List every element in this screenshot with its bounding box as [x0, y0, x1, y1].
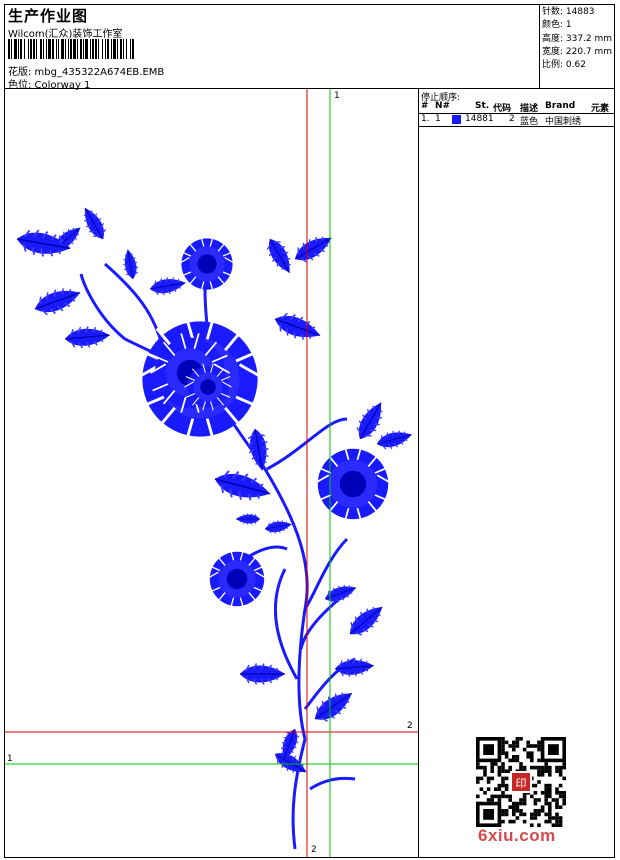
table-row: 1. 1 14881 2 蓝色 中国刺绣 [419, 114, 614, 127]
leaf-7 [147, 273, 188, 298]
header-panel: 生产作业图 Wilcom(汇众)装饰工作室 花版: mbg_435322A674… [5, 5, 540, 91]
leaf-16 [321, 579, 360, 607]
table-header: # N# St. 代码 描述 Brand 元素 [419, 101, 614, 114]
stat-scale: 比例: 0.62 [542, 60, 586, 71]
col-stitches: St. [475, 101, 490, 111]
leaf-14 [374, 425, 415, 453]
stat-width: 宽度: 220.7 mm [542, 46, 613, 57]
leaf-6 [120, 247, 141, 281]
flower-left-small [205, 547, 269, 611]
leaf-19 [239, 662, 286, 686]
flower-right [312, 443, 394, 525]
leaf-18 [333, 655, 376, 679]
design-canvas: 1 1 2 2 [5, 89, 419, 857]
leaf-15 [263, 517, 294, 536]
leaf-2 [13, 225, 74, 262]
qr-code-image: 印 [476, 737, 566, 827]
main-rose [133, 312, 267, 446]
green-left-marker: 1 [7, 754, 13, 764]
col-description: 描述 [520, 104, 539, 114]
seal-text: 印 [516, 777, 527, 790]
row-brand: 中国刺绣 [545, 117, 582, 127]
leaf-20 [308, 683, 359, 729]
leaf-17 [343, 598, 390, 643]
leaf-4 [63, 323, 112, 351]
leaf-11 [210, 465, 275, 508]
bud-leaf [235, 513, 261, 525]
row-index: 1. [421, 114, 430, 124]
leaf-3 [30, 281, 85, 321]
col-element: 元素 [591, 104, 610, 114]
embroidery-design [13, 203, 415, 850]
leaf-8 [261, 233, 299, 278]
embroidery-preview [5, 89, 418, 857]
leaf-5 [77, 203, 111, 244]
row-description: 蓝色 [520, 117, 539, 127]
production-sheet: 生产作业图 Wilcom(汇众)装饰工作室 花版: mbg_435322A674… [4, 4, 615, 858]
row-needle: 1 [435, 114, 441, 124]
col-code: 代码 [493, 104, 512, 114]
red-right-marker: 2 [407, 721, 413, 731]
col-brand: Brand [545, 101, 576, 111]
col-index: # [421, 101, 429, 111]
qr-code: 印 [476, 737, 566, 827]
stats-panel: 针数: 14883 颜色: 1 高度: 337.2 mm 宽度: 220.7 m… [540, 5, 614, 89]
page-title: 生产作业图 [8, 7, 89, 25]
watermark: 6xiu.com [478, 826, 556, 845]
thread-color-swatch [452, 115, 461, 124]
leaf-9 [289, 228, 337, 269]
row-stitches: 14881 [465, 114, 494, 124]
red-bottom-marker: 2 [311, 845, 317, 855]
row-code: 2 [509, 114, 515, 124]
stat-colors: 颜色: 1 [542, 20, 572, 31]
leaf-10 [270, 307, 325, 347]
company-name: Wilcom(汇众)装饰工作室 [8, 29, 123, 40]
green-top-marker: 1 [334, 91, 340, 101]
small-flower-top [177, 234, 237, 294]
col-needle: N# [435, 101, 451, 111]
stat-height: 高度: 337.2 mm [542, 33, 613, 44]
barcode [8, 39, 236, 59]
stat-stitches: 针数: 14883 [542, 7, 595, 17]
leaf-12 [244, 426, 273, 473]
